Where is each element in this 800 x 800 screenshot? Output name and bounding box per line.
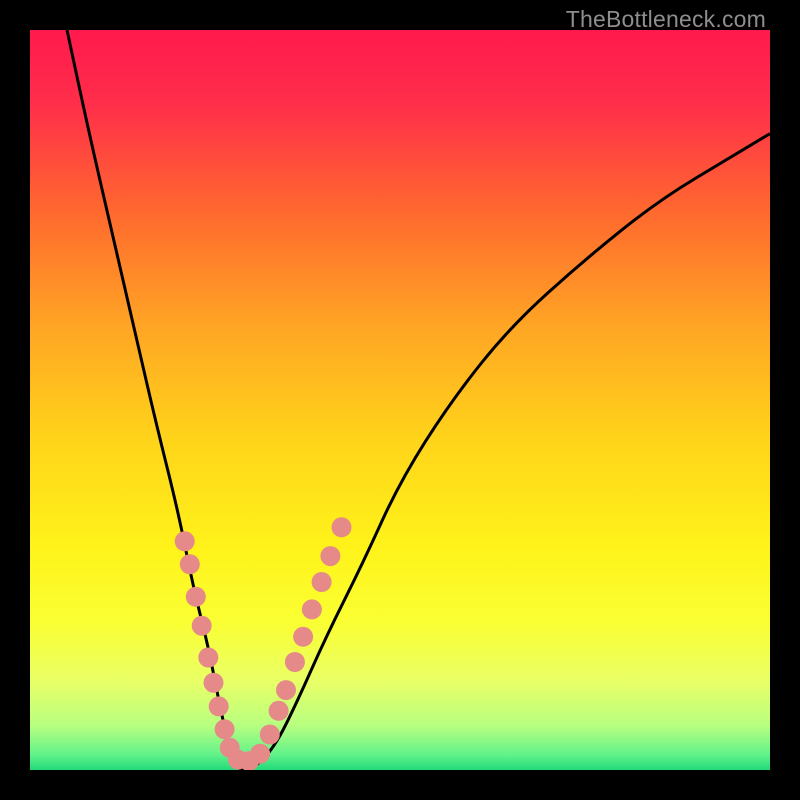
gradient-background — [30, 30, 770, 770]
plot-frame — [30, 30, 770, 770]
watermark-text: TheBottleneck.com — [566, 6, 766, 33]
